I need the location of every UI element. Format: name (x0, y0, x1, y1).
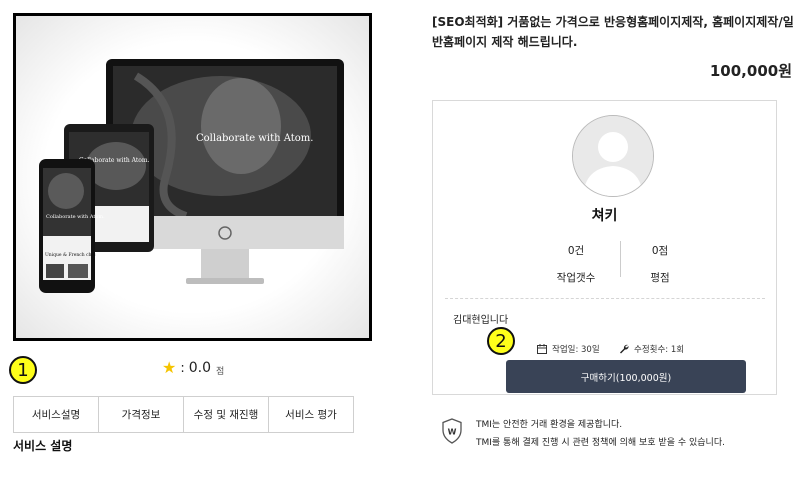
seller-name: 쳐키 (591, 208, 618, 224)
safety-line-1: TMI는 안전한 거래 환경을 제공합니다. (476, 420, 623, 430)
wrench-icon (620, 344, 629, 354)
tab-service-description[interactable]: 서비스설명 (14, 397, 99, 432)
rating-colon: : (180, 360, 185, 376)
avatar (572, 115, 654, 197)
tab-price-info[interactable]: 가격정보 (99, 397, 184, 432)
tab-revision[interactable]: 수정 및 재진행 (184, 397, 269, 432)
annotation-marker-2: 2 (487, 327, 515, 355)
rating: ★ : 0.0 점 (162, 358, 224, 378)
shield-icon: W (442, 418, 462, 444)
imac-screen-text: Collaborate with Atom. (196, 133, 313, 144)
stat-rating-value: 0점 (651, 245, 669, 257)
buy-button[interactable]: 구매하기(100,000원) (506, 360, 746, 393)
seller-intro: 김대현입니다 (453, 315, 509, 326)
stat-rating: 0점 평점 (605, 243, 715, 285)
star-icon: ★ (162, 358, 177, 377)
listing-title: [SEO최적화] 거품없는 가격으로 반응형홈페이지제작, 홈페이지제작/일반홈… (432, 15, 794, 49)
revision-count-label: 수정횟수: 1회 (634, 345, 685, 355)
rating-value: 0.0 (188, 360, 211, 376)
section-title: 서비스 설명 (13, 439, 73, 453)
calendar-icon (537, 344, 547, 354)
tab-service-review[interactable]: 서비스 평가 (269, 397, 353, 432)
product-image: Collaborate with Atom. Collaborate with … (13, 13, 372, 341)
listing-price: 100,000원 (709, 62, 792, 80)
iphone-card-text: Unique & French chic (45, 252, 96, 258)
device-mockup-illustration: Collaborate with Atom. Collaborate with … (16, 16, 369, 338)
work-days: 작업일: 30일 (537, 343, 600, 355)
annotation-marker-1: 1 (9, 356, 37, 384)
seller-card: 쳐키 0건 작업갯수 0점 평점 김대현입니다 작업일: 30일 수정횟수: 1… (432, 100, 777, 395)
stat-rating-label: 평점 (650, 272, 670, 284)
safety-line-2: TMI를 통해 결제 진행 시 관련 정책에 의해 보호 받을 수 있습니다. (476, 438, 725, 448)
iphone-screen-text: Collaborate with Atom. (46, 214, 105, 220)
default-avatar-icon (573, 116, 653, 196)
revision-count: 수정횟수: 1회 (619, 343, 684, 355)
work-days-label: 작업일: 30일 (552, 345, 600, 355)
shield-badge-letter: W (448, 428, 457, 437)
service-tabs: 서비스설명 가격정보 수정 및 재진행 서비스 평가 (13, 396, 354, 433)
divider (445, 298, 765, 299)
rating-unit: 점 (216, 366, 225, 377)
